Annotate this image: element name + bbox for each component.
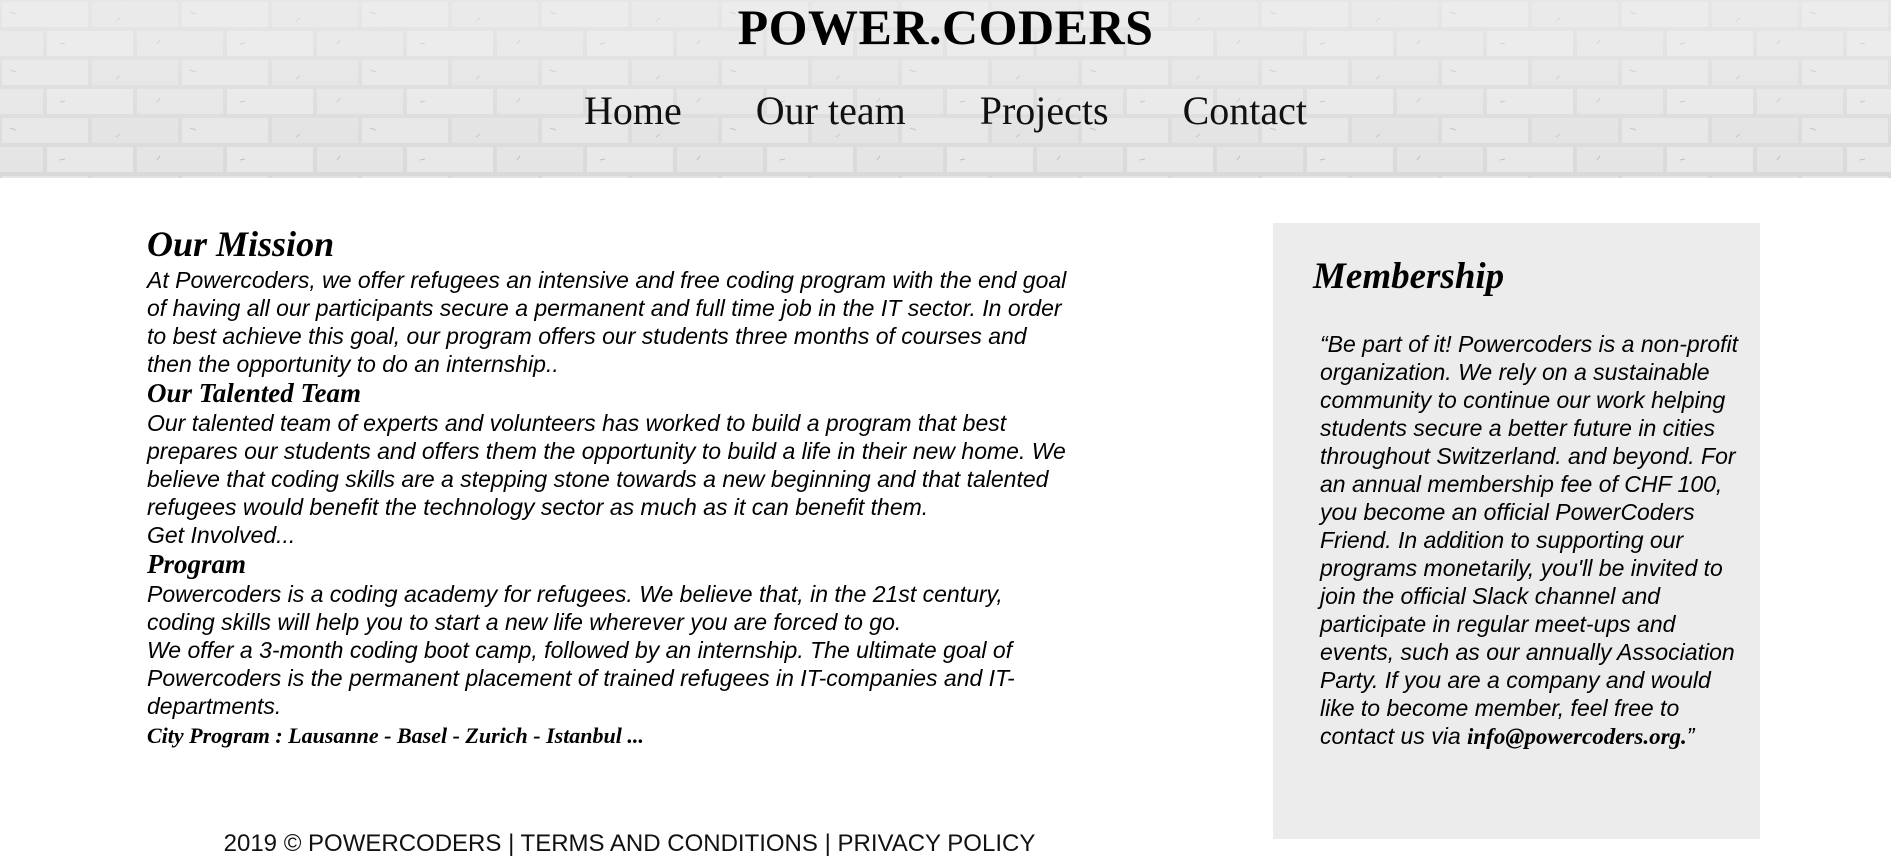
nav-our-team[interactable]: Our team	[756, 88, 906, 133]
team-text: Our talented team of experts and volunte…	[147, 410, 1066, 520]
team-heading: Our Talented Team	[147, 378, 362, 408]
main-content: Our Mission At Powercoders, we offer ref…	[147, 222, 1067, 752]
contact-email-link[interactable]: info@powercoders.org.	[1467, 724, 1687, 749]
mission-text: At Powercoders, we offer refugees an int…	[147, 267, 1067, 377]
privacy-link[interactable]: PRIVACY POLICY	[837, 830, 1035, 857]
main-nav: Home Our team Projects Contact	[0, 86, 1891, 136]
membership-sidebar: Membership “Be part of it! Powercoders i…	[1273, 223, 1760, 839]
nav-home[interactable]: Home	[584, 88, 682, 133]
mission-heading: Our Mission	[147, 224, 335, 264]
program-text-1: Powercoders is a coding academy for refu…	[147, 581, 1003, 635]
site-title[interactable]: POWER.CODERS	[0, 0, 1891, 54]
terms-link[interactable]: TERMS AND CONDITIONS	[521, 830, 818, 857]
program-heading: Program	[147, 549, 247, 579]
get-involved-text: Get Involved...	[147, 522, 296, 548]
nav-contact[interactable]: Contact	[1183, 88, 1307, 133]
program-text-2: We offer a 3-month coding boot camp, fol…	[147, 637, 1015, 719]
footer-separator: |	[817, 830, 838, 857]
membership-text: “Be part of it! Powercoders is a non-pro…	[1320, 331, 1739, 749]
membership-quote: “Be part of it! Powercoders is a non-pro…	[1320, 330, 1740, 751]
nav-projects[interactable]: Projects	[980, 88, 1109, 133]
footer-separator: |	[501, 830, 521, 857]
footer-copyright: 2019 © POWERCODERS	[223, 830, 502, 857]
footer: 2019 © POWERCODERS | TERMS AND CONDITION…	[147, 828, 1112, 860]
membership-heading: Membership	[1313, 256, 1505, 297]
city-program: City Program : Lausanne - Basel - Zurich…	[147, 723, 644, 748]
header-banner: POWER.CODERS Home Our team Projects Cont…	[0, 0, 1891, 178]
quote-close: ”	[1686, 723, 1695, 749]
